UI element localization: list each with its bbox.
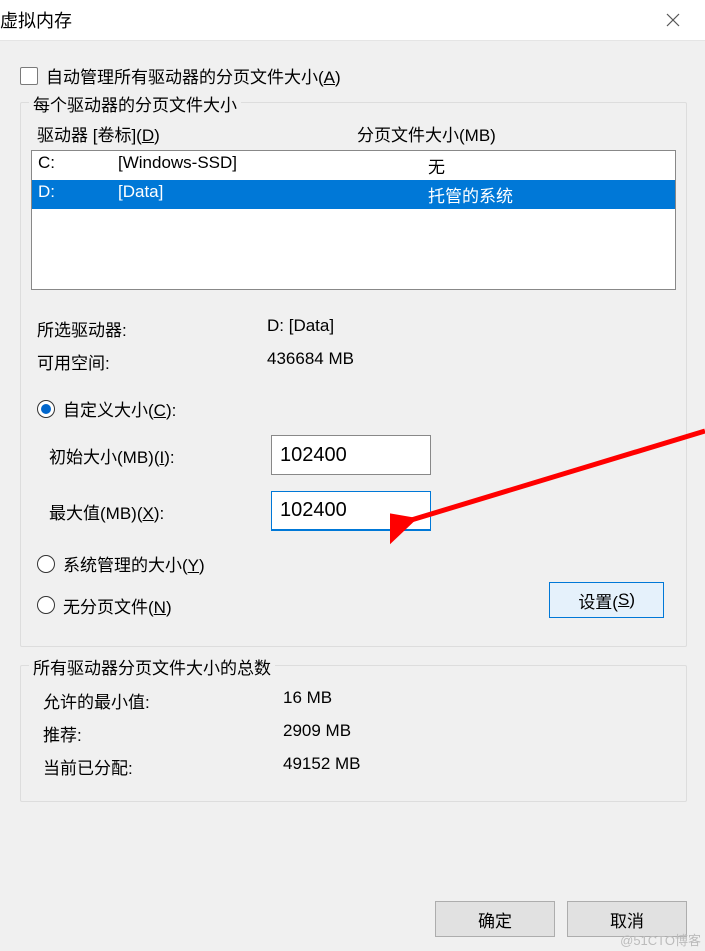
per-drive-legend: 每个驱动器的分页文件大小 [29, 91, 241, 116]
system-managed-label: 系统管理的大小(Y) [63, 551, 205, 576]
drive-row[interactable]: C: [Windows-SSD] 无 [32, 151, 675, 180]
currently-allocated-value: 49152 MB [283, 754, 361, 779]
auto-manage-checkbox[interactable] [20, 67, 38, 85]
system-managed-radio[interactable] [37, 555, 55, 573]
recommended-label: 推荐: [43, 721, 283, 746]
watermark: @51CTO博客 [620, 930, 701, 949]
min-allowed-value: 16 MB [283, 688, 332, 713]
drive-list-header: 驱动器 [卷标](D) 分页文件大小(MB) [31, 121, 676, 150]
window-title: 虚拟内存 [0, 7, 72, 33]
no-paging-radio[interactable] [37, 596, 55, 614]
close-icon [666, 13, 680, 27]
no-paging-label: 无分页文件(N) [63, 593, 172, 618]
selected-drive-label: 所选驱动器: [37, 316, 267, 341]
initial-size-label: 初始大小(MB)(I): [49, 443, 271, 468]
currently-allocated-label: 当前已分配: [43, 754, 283, 779]
max-size-label: 最大值(MB)(X): [49, 499, 271, 524]
selected-drive-value: D: [Data] [267, 316, 334, 341]
drive-row-selected[interactable]: D: [Data] 托管的系统 [32, 180, 675, 209]
custom-size-label: 自定义大小(C): [63, 396, 176, 421]
set-button[interactable]: 设置(S) [549, 582, 664, 618]
title-bar: 虚拟内存 [0, 0, 705, 41]
per-drive-group: 每个驱动器的分页文件大小 驱动器 [卷标](D) 分页文件大小(MB) C: [… [20, 102, 687, 647]
custom-size-radio[interactable] [37, 400, 55, 418]
totals-legend: 所有驱动器分页文件大小的总数 [29, 654, 275, 679]
min-allowed-label: 允许的最小值: [43, 688, 283, 713]
recommended-value: 2909 MB [283, 721, 351, 746]
available-space-label: 可用空间: [37, 349, 267, 374]
totals-group: 所有驱动器分页文件大小的总数 允许的最小值: 16 MB 推荐: 2909 MB… [20, 665, 687, 802]
available-space-value: 436684 MB [267, 349, 354, 374]
initial-size-input[interactable] [271, 435, 431, 475]
drive-list[interactable]: C: [Windows-SSD] 无 D: [Data] 托管的系统 [31, 150, 676, 290]
close-button[interactable] [651, 6, 695, 34]
max-size-input[interactable] [271, 491, 431, 531]
auto-manage-label: 自动管理所有驱动器的分页文件大小(A) [46, 63, 341, 88]
ok-button[interactable]: 确定 [435, 901, 555, 937]
